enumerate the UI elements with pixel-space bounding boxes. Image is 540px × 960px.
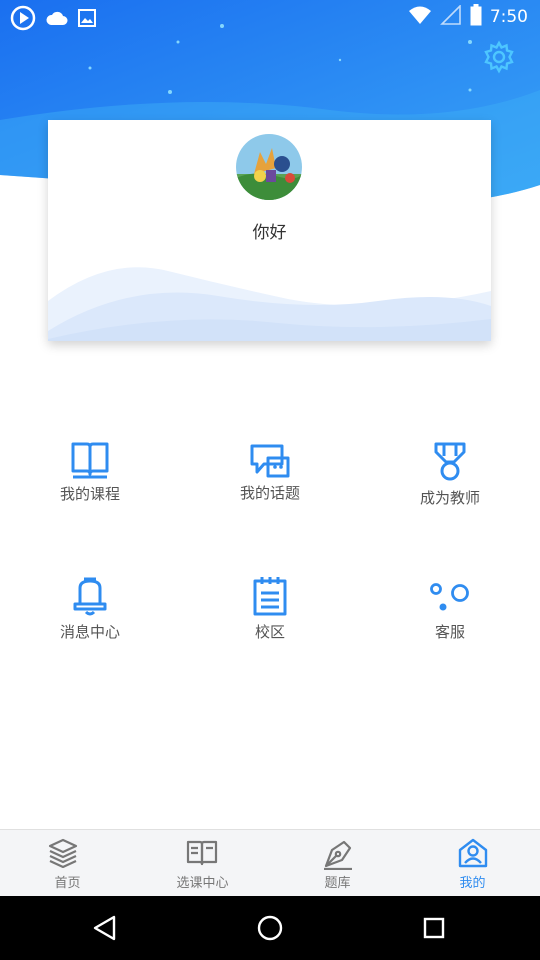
notepad-icon <box>250 576 290 616</box>
system-nav-bar <box>0 896 540 960</box>
tab-mine[interactable]: 我的 <box>405 830 540 897</box>
play-badge-icon <box>10 5 36 35</box>
feature-message-center[interactable]: 消息中心 <box>0 576 180 656</box>
bell-icon <box>70 576 110 616</box>
profile-card: 你好 <box>48 120 491 341</box>
feature-label: 客服 <box>434 623 465 641</box>
feature-customer-service[interactable]: 客服 <box>360 576 540 656</box>
settings-button[interactable] <box>482 40 516 74</box>
tab-course-center[interactable]: 选课中心 <box>135 830 270 897</box>
card-wave-decoration <box>48 267 491 341</box>
tab-home[interactable]: 首页 <box>0 830 135 897</box>
tab-label: 选课中心 <box>176 876 229 891</box>
feature-label: 校区 <box>254 623 285 641</box>
home-icon <box>257 915 283 941</box>
feature-my-topics[interactable]: 我的话题 <box>180 440 360 520</box>
signal-icon <box>439 4 462 29</box>
back-button[interactable] <box>90 912 122 944</box>
status-time: 7:50 <box>489 7 528 27</box>
back-icon <box>93 915 116 941</box>
battery-icon <box>470 4 482 30</box>
layers-icon <box>48 838 78 869</box>
book-icon <box>70 440 110 480</box>
feature-label: 我的课程 <box>59 485 120 503</box>
tab-label: 首页 <box>54 876 81 891</box>
pen-icon <box>322 838 352 871</box>
bottom-tab-bar: 首页 选课中心 题库 我的 <box>0 829 540 897</box>
greeting-text: 你好 <box>252 223 287 243</box>
home-button[interactable] <box>254 912 286 944</box>
medal-icon <box>430 442 470 482</box>
tab-label: 我的 <box>459 876 486 891</box>
image-icon <box>78 9 96 31</box>
recents-icon <box>423 917 445 939</box>
feature-campus[interactable]: 校区 <box>180 576 360 656</box>
feature-label: 成为教师 <box>419 489 480 507</box>
user-house-icon <box>457 838 488 868</box>
feature-become-teacher[interactable]: 成为教师 <box>360 440 540 520</box>
gear-icon <box>484 40 514 74</box>
open-book-icon <box>186 838 218 868</box>
tab-question-bank[interactable]: 题库 <box>270 830 405 897</box>
wifi-icon <box>408 5 432 29</box>
avatar[interactable] <box>236 134 302 200</box>
feature-label: 我的话题 <box>239 484 300 502</box>
tab-label: 题库 <box>324 876 351 891</box>
feature-label: 消息中心 <box>59 623 120 641</box>
status-bar: 7:50 <box>0 0 540 34</box>
cloud-icon <box>46 10 68 30</box>
dots-icon <box>430 580 470 620</box>
recents-button[interactable] <box>418 912 450 944</box>
feature-my-courses[interactable]: 我的课程 <box>0 440 180 520</box>
chat-icon <box>250 442 290 482</box>
